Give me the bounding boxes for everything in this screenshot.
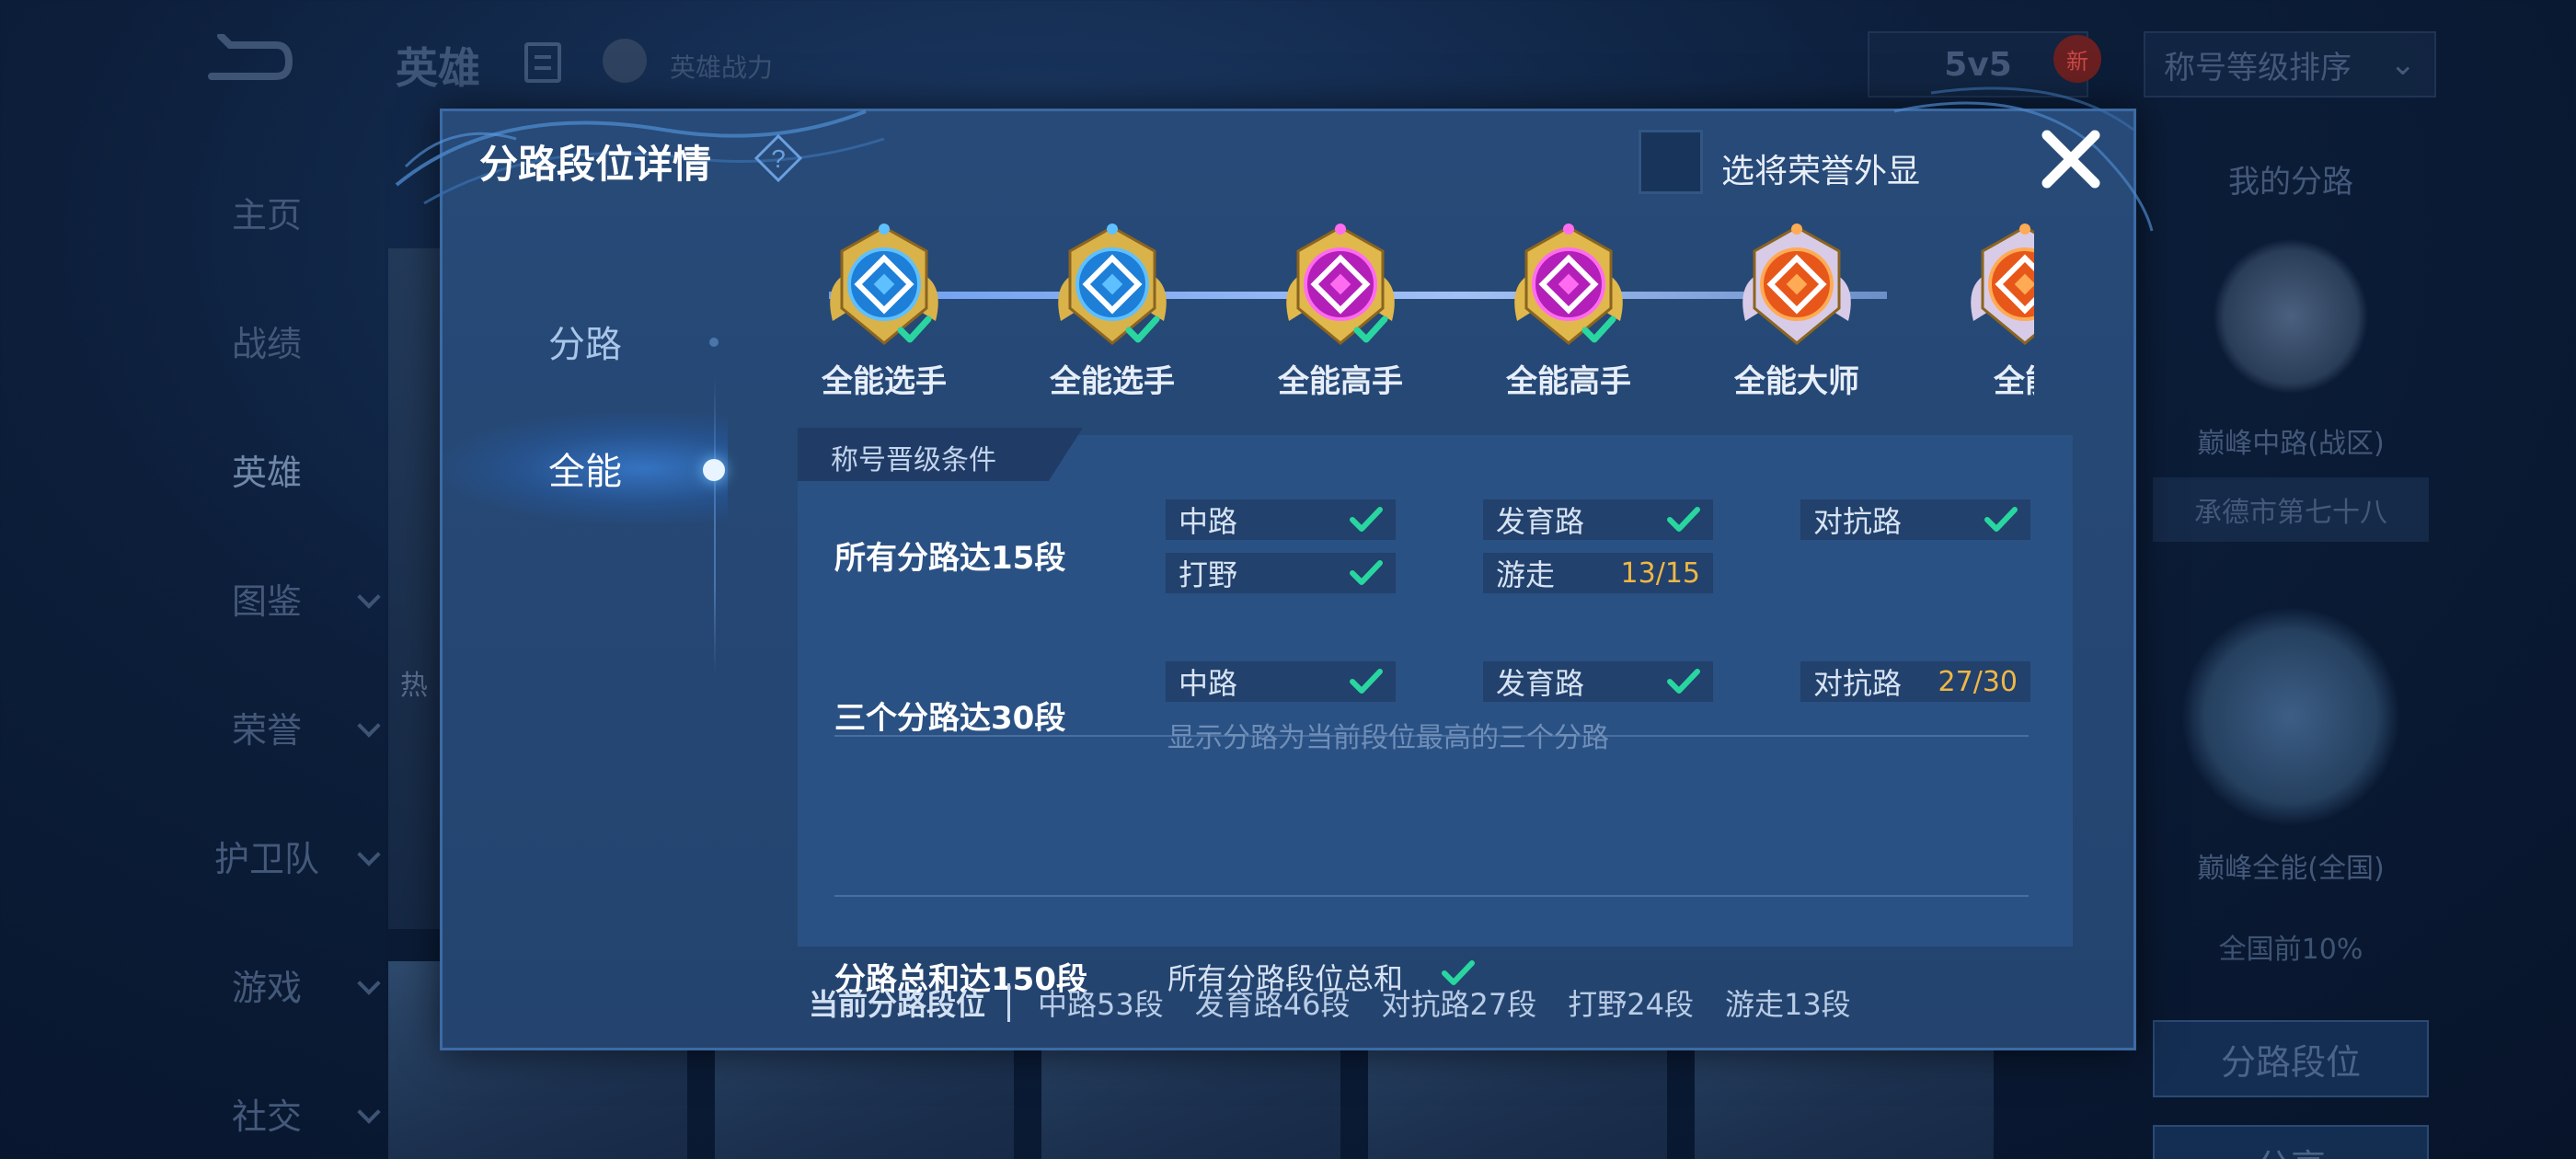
sort-label: 称号等级排序: [2164, 49, 2352, 86]
new-badge: 新: [2053, 35, 2101, 83]
chevron-down-icon: [357, 843, 381, 866]
nav-label: 主页: [231, 194, 302, 235]
footer-title: 当前分路段位: [809, 987, 986, 1022]
condition-row: 分路总和达150段 所有分路段位总和: [798, 435, 2073, 998]
my-lanes-title: 我的分路: [2228, 164, 2353, 201]
title-badge[interactable]: 全能选手: [811, 220, 958, 441]
badge-label: 全能: [1994, 363, 2034, 400]
svg-text:?: ?: [771, 144, 786, 173]
nav-item-games[interactable]: 游戏: [147, 920, 386, 1049]
badge-emblem-icon: [1971, 224, 2034, 345]
nav-item-social[interactable]: 社交: [147, 1049, 386, 1159]
nav-label: 英雄: [231, 452, 302, 493]
title-badge[interactable]: 全能高手: [1495, 220, 1642, 441]
sidebar-nav: 主页 战绩 英雄 图鉴 荣誉 护卫队 游戏 社交: [147, 147, 386, 1159]
chevron-down-icon: ⌄: [2389, 46, 2417, 83]
allround-emblem-icon: [2180, 606, 2401, 827]
badge-emblem-icon: [830, 224, 938, 345]
lane-rank-button[interactable]: 分路段位: [2153, 1020, 2429, 1097]
tab-indicator-dot: [703, 459, 725, 481]
tab-label: 分路: [548, 324, 622, 366]
badge-emblem-icon: [1514, 224, 1623, 345]
nav-item-honor[interactable]: 荣誉: [147, 662, 386, 791]
badge-label: 全能高手: [1278, 363, 1403, 400]
honor-display-label: 选将荣誉外显: [1721, 153, 1921, 190]
lane-rank-item: 中路53段: [1038, 987, 1164, 1022]
sort-dropdown[interactable]: 称号等级排序 ⌄: [2144, 31, 2436, 98]
title-badge[interactable]: 全能: [1951, 220, 2034, 441]
rank-label: 巅峰中路(战区): [2197, 428, 2385, 460]
title-badge[interactable]: 全能选手: [1039, 220, 1186, 441]
close-button[interactable]: [2036, 124, 2106, 194]
badge-label: 全能高手: [1506, 363, 1631, 400]
chevron-down-icon: [357, 585, 381, 609]
rank-emblem-icon: [2213, 238, 2369, 395]
chevron-down-icon: [357, 714, 381, 738]
my-lanes-panel: 我的分路 巅峰中路(战区) 承德市第七十八 巅峰全能(全国) 全国前10% 分路…: [2144, 156, 2438, 1159]
lane-rank-item: 打野24段: [1568, 987, 1694, 1022]
lane-rank-item: 游走13段: [1724, 987, 1851, 1022]
hero-power-icon: [603, 39, 647, 83]
modal-title: 分路段位详情: [479, 142, 712, 187]
region-label: 承德市第七十八: [2153, 477, 2429, 542]
nav-item-home[interactable]: 主页: [147, 147, 386, 276]
nav-item-records[interactable]: 战绩: [147, 276, 386, 405]
tab-allround[interactable]: 全能: [443, 413, 728, 523]
honor-display-checkbox[interactable]: [1639, 130, 1703, 194]
side-tabs: 分路 全能: [443, 249, 728, 672]
share-button[interactable]: 分享: [2153, 1125, 2429, 1159]
bg-page-title: 英雄: [396, 43, 480, 93]
chevron-down-icon: [357, 1100, 381, 1124]
nav-item-guard[interactable]: 护卫队: [147, 791, 386, 920]
chevron-down-icon: [357, 971, 381, 995]
tab-indicator-dot: [709, 338, 719, 347]
help-icon[interactable]: ?: [753, 133, 803, 183]
nav-item-codex[interactable]: 图鉴: [147, 534, 386, 662]
lane-rank-detail-modal: 分路段位详情 ? 选将荣誉外显 分路 全能 全能选手 全能选手 全能高手 全能高手 全能…: [395, 86, 2154, 1050]
lane-rank-item: 对抗路27段: [1381, 987, 1537, 1022]
badge-emblem-icon: [1058, 224, 1167, 345]
badge-emblem-icon: [1742, 224, 1851, 345]
tab-lanes[interactable]: 分路: [443, 286, 728, 396]
rank-percent: 全国前10%: [2218, 934, 2363, 966]
badge-label: 全能大师: [1734, 363, 1859, 400]
back-icon[interactable]: [189, 28, 299, 92]
list-icon[interactable]: [524, 42, 561, 83]
badge-emblem-icon: [1286, 224, 1395, 345]
promotion-conditions-panel: 称号晋级条件 所有分路达15段 中路 发育路 对抗路 打野 游走 13/15 三…: [798, 428, 2073, 998]
rank-label: 巅峰全能(全国): [2197, 853, 2385, 885]
nav-item-heroes[interactable]: 英雄: [147, 405, 386, 534]
hero-power-label[interactable]: 英雄战力: [670, 48, 773, 85]
footer-divider: [1007, 983, 1011, 1022]
nav-label: 游戏: [231, 967, 302, 1008]
tab-label: 全能: [548, 451, 622, 493]
title-badge[interactable]: 全能高手: [1267, 220, 1414, 441]
nav-label: 护卫队: [213, 838, 319, 879]
title-badge[interactable]: 全能大师: [1723, 220, 1870, 441]
nav-label: 社交: [231, 1096, 302, 1137]
modal-header: 分路段位详情 ? 选将荣誉外显: [443, 111, 2133, 203]
hero-card-label: 热: [400, 670, 428, 702]
badge-label: 全能选手: [822, 363, 947, 400]
badge-label: 全能选手: [1050, 363, 1175, 400]
nav-label: 荣誉: [231, 709, 302, 751]
close-icon: [2041, 130, 2100, 189]
lane-rank-item: 发育路46段: [1194, 987, 1351, 1022]
current-lane-ranks: 当前分路段位 中路53段 发育路46段 对抗路27段 打野24段 游走13段: [809, 980, 1882, 1026]
nav-label: 战绩: [231, 323, 302, 364]
nav-label: 图鉴: [231, 580, 302, 622]
